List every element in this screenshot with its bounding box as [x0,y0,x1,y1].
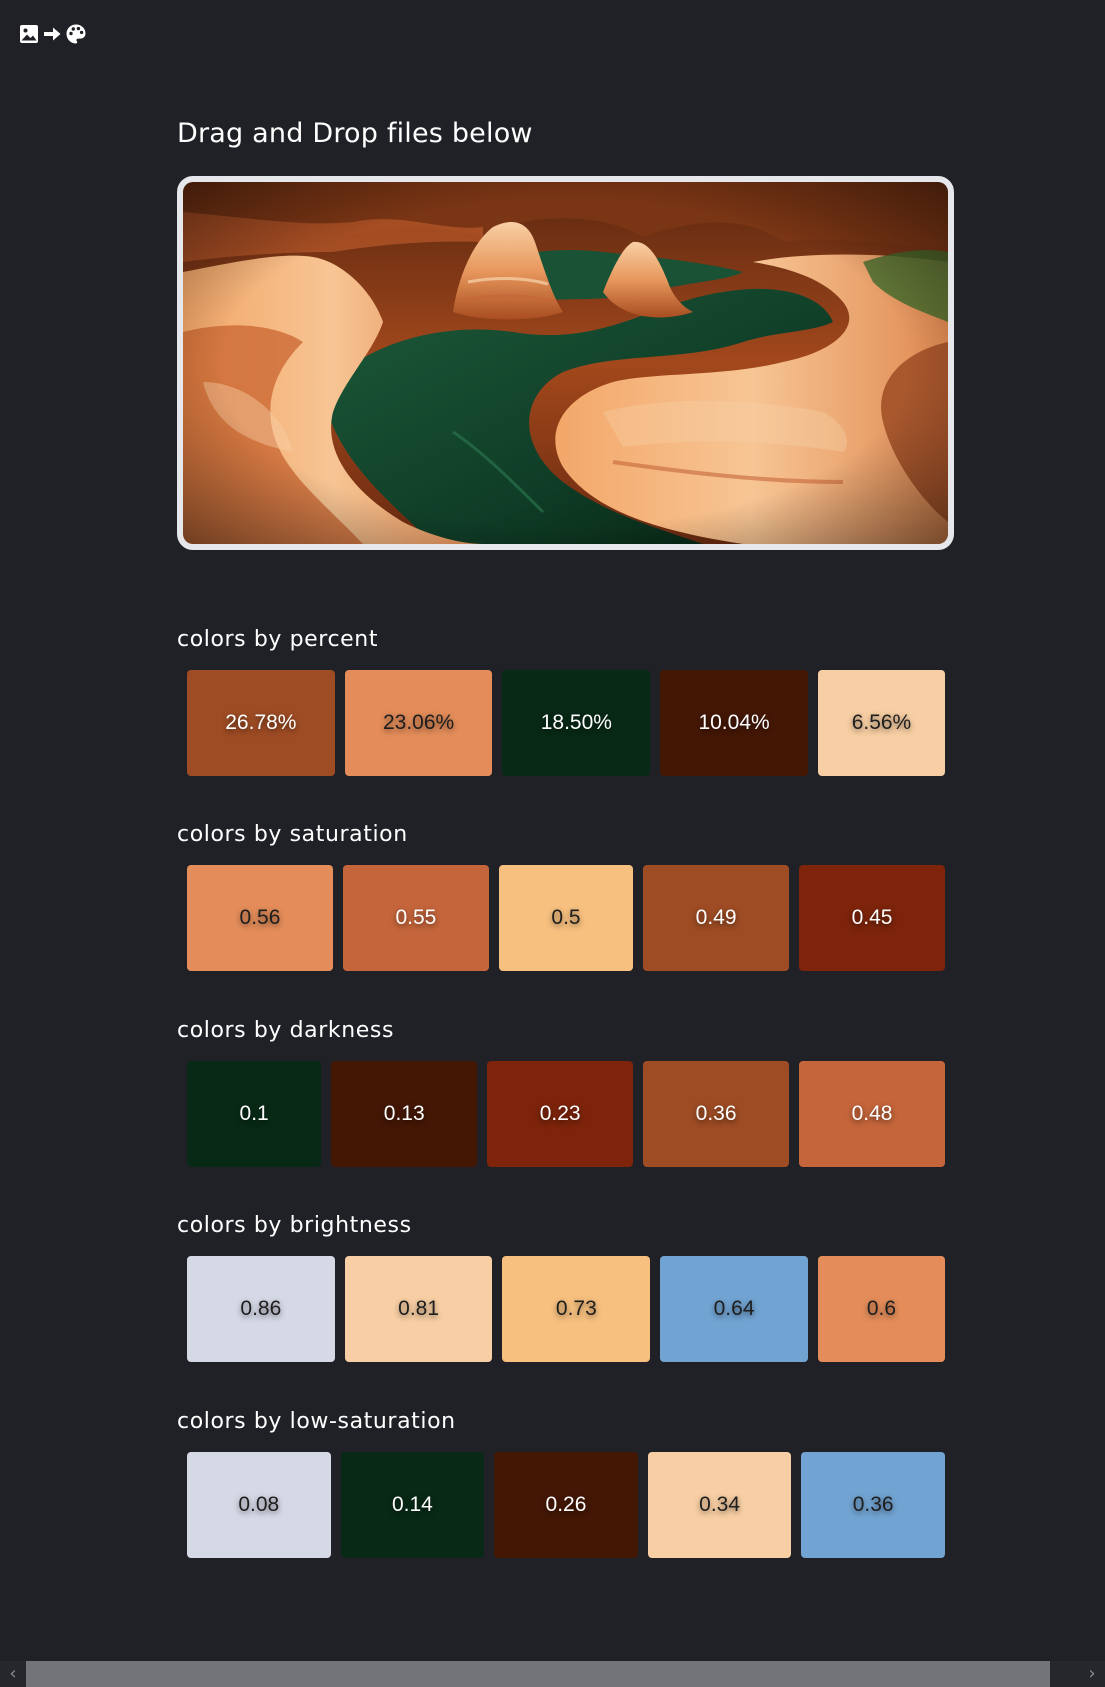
swatch-label: 0.5 [551,906,581,929]
color-swatch[interactable]: 0.34 [647,1452,792,1558]
color-swatch[interactable]: 0.64 [660,1256,808,1362]
color-swatch[interactable]: 6.56% [817,670,945,776]
swatch-label: 18.50% [540,711,612,734]
color-swatch[interactable]: 18.50% [502,670,651,776]
swatch-label: 23.06% [382,711,455,734]
swatch-label: 0.81 [398,1297,440,1320]
color-swatch[interactable]: 0.81 [344,1256,493,1362]
horizontal-scrollbar[interactable]: ‹ › [0,1661,1105,1687]
swatch-label: 0.08 [238,1493,280,1516]
swatch-row: 0.1 0.13 0.23 0.36 0.48 [187,1061,946,1167]
color-swatch[interactable]: 0.86 [187,1256,335,1362]
swatch-label: 6.56% [851,711,912,734]
swatch-row: 0.56 0.55 0.5 0.49 0.45 [187,865,946,971]
swatch-label: 0.36 [852,1493,894,1516]
swatch-row: 0.08 0.14 0.26 0.34 0.36 [187,1452,945,1558]
swatch-label: 0.14 [391,1493,433,1516]
image-icon [20,25,38,43]
arrow-right-icon [44,27,61,41]
swatch-label: 0.34 [699,1493,741,1516]
color-swatch[interactable]: 0.56 [187,865,333,971]
swatch-label: 26.78% [225,711,297,734]
color-swatch[interactable]: 0.13 [331,1061,478,1167]
swatch-label: 0.86 [240,1297,282,1320]
section-heading: colors by percent [177,627,379,652]
swatch-label: 0.64 [713,1297,755,1320]
swatch-label: 0.56 [239,906,281,929]
color-swatch[interactable]: 0.48 [799,1061,946,1167]
swatch-label: 0.26 [545,1493,587,1516]
color-swatch[interactable]: 26.78% [187,670,335,776]
swatch-label: 0.45 [851,906,893,929]
color-swatch[interactable]: 0.73 [502,1256,651,1362]
color-swatch[interactable]: 0.49 [643,865,790,971]
app-logo [19,23,87,45]
palette-icon [66,24,86,44]
canyon-river-photo [183,182,948,544]
color-swatch[interactable]: 0.36 [801,1452,945,1558]
color-swatch[interactable]: 0.55 [342,865,489,971]
color-swatch[interactable]: 0.45 [799,865,946,971]
swatch-label: 0.23 [539,1102,581,1125]
swatch-row: 26.78% 23.06% 18.50% 10.04% 6.56% [187,670,945,776]
section-heading: colors by brightness [177,1213,412,1238]
swatch-label: 0.13 [383,1102,425,1125]
swatch-label: 10.04% [698,711,770,734]
section-heading: colors by low-saturation [177,1409,456,1434]
swatch-row: 0.86 0.81 0.73 0.64 0.6 [187,1256,945,1362]
color-swatch[interactable]: 0.36 [643,1061,790,1167]
color-swatch[interactable]: 10.04% [660,670,808,776]
swatch-label: 0.36 [695,1102,737,1125]
color-swatch[interactable]: 0.23 [487,1061,634,1167]
scroll-right-arrow-icon[interactable]: › [1079,1661,1105,1687]
color-swatch[interactable]: 0.08 [187,1452,331,1558]
color-swatch[interactable]: 0.6 [817,1256,945,1362]
swatch-label: 0.48 [851,1102,893,1125]
swatch-label: 0.6 [866,1297,897,1320]
color-swatch[interactable]: 0.26 [494,1452,638,1558]
color-swatch[interactable]: 0.5 [498,865,634,971]
section-heading: colors by darkness [177,1018,395,1043]
color-swatch[interactable]: 0.14 [340,1452,485,1558]
scroll-left-arrow-icon[interactable]: ‹ [0,1661,26,1687]
file-dropzone[interactable] [177,176,954,550]
swatch-label: 0.55 [395,906,437,929]
swatch-label: 0.1 [239,1102,269,1125]
color-swatch[interactable]: 23.06% [344,670,493,776]
section-heading: colors by saturation [177,822,408,847]
page-title: Drag and Drop files below [177,118,533,149]
scrollbar-thumb[interactable] [26,1661,1050,1687]
color-swatch[interactable]: 0.1 [187,1061,322,1167]
swatch-label: 0.49 [695,906,737,929]
swatch-label: 0.73 [555,1297,597,1320]
